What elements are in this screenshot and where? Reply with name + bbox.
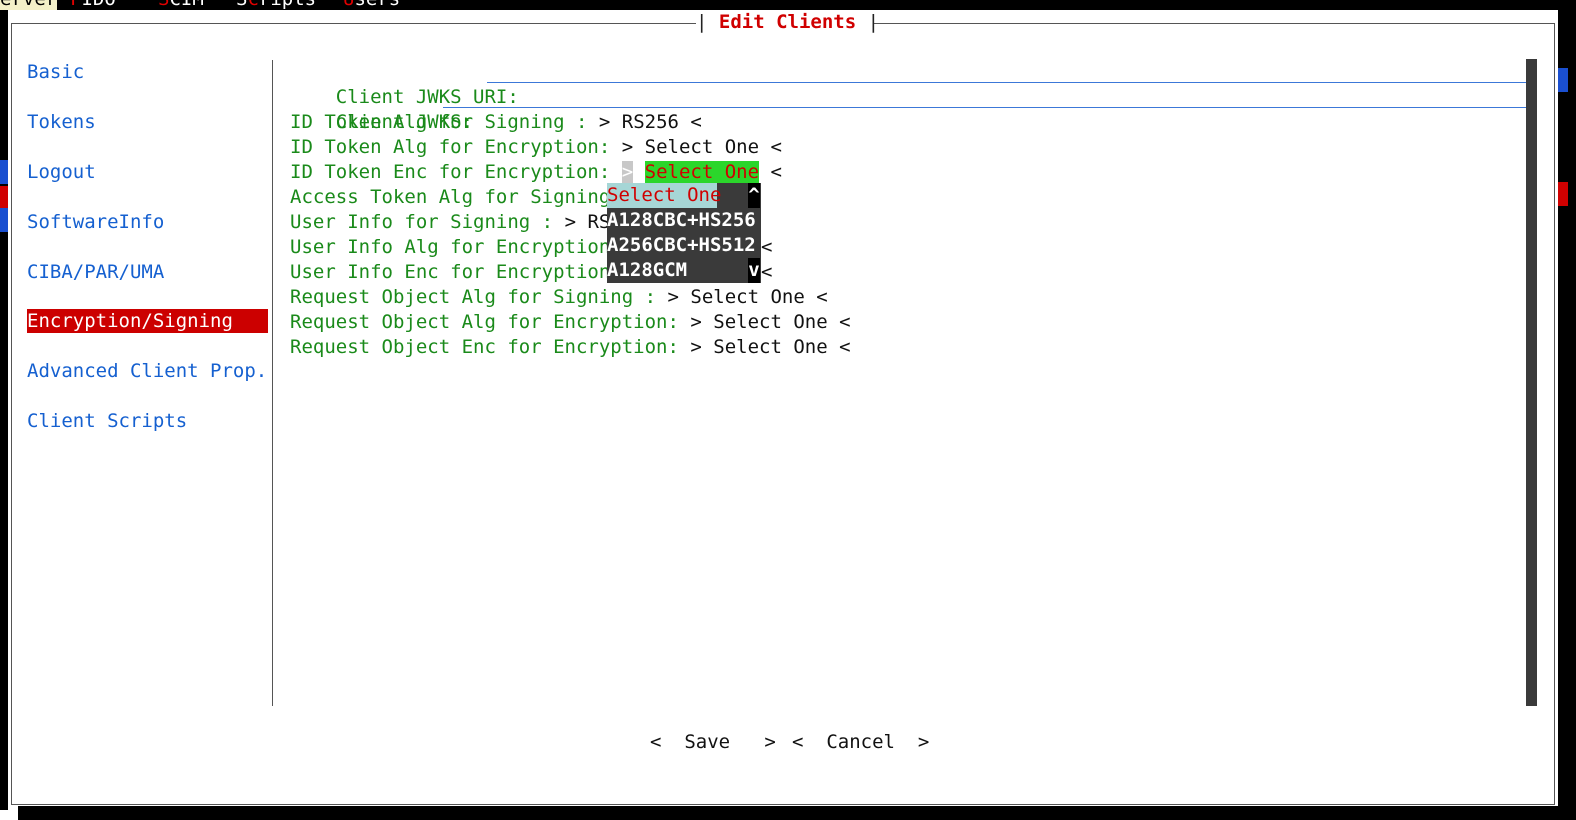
request-object-enc-encryption-row: Request Object Enc for Encryption: > Sel… — [290, 335, 851, 360]
id-token-alg-encryption-label: ID Token Alg for Encryption: — [290, 136, 611, 158]
dropdown-scroll-up-icon[interactable]: ^ — [748, 183, 760, 208]
title-rule-right — [874, 23, 1554, 24]
save-button[interactable]: < Save > — [650, 730, 776, 755]
userinfo-enc-encryption-close: < — [761, 261, 773, 283]
dialog-title-text: Edit Clients — [718, 11, 857, 33]
background-right-edge — [1558, 10, 1576, 820]
request-object-alg-signing-label: Request Object Alg for Signing : — [290, 286, 657, 308]
request-object-enc-encryption-value: Select One — [713, 336, 828, 358]
content-scrollbar[interactable] — [1526, 59, 1537, 706]
background-left-edge — [0, 10, 8, 810]
id-token-alg-encryption-select[interactable]: > Select One < — [622, 136, 782, 158]
request-object-alg-encryption-select[interactable]: > Select One < — [690, 311, 850, 333]
nav-item-logout[interactable]: Logout — [27, 160, 268, 184]
nav-item-encryption-signing[interactable]: Encryption/Signing — [27, 309, 268, 333]
dropdown-option-a256cbc-hs512[interactable]: A256CBC+HS512 — [607, 233, 756, 258]
background-tab-scim: SCIM — [158, 0, 204, 10]
request-object-alg-signing-row: Request Object Alg for Signing : > Selec… — [290, 285, 828, 310]
id-token-enc-encryption-row: ID Token Enc for Encryption: > Select On… — [290, 160, 782, 185]
id-token-enc-encryption-select[interactable]: > Select One < — [621, 161, 782, 183]
access-token-alg-signing-row: Access Token Alg for Signing — [290, 185, 610, 210]
userinfo-signing-label: User Info for Signing : — [290, 211, 554, 233]
userinfo-alg-encryption-close: < — [761, 236, 773, 258]
save-button-label: Save — [684, 731, 731, 753]
request-object-enc-encryption-label: Request Object Enc for Encryption: — [290, 336, 679, 358]
jwks-input[interactable] — [443, 107, 1526, 108]
cancel-button-label: Cancel — [826, 731, 895, 753]
userinfo-alg-encryption-row: User Info Alg for Encryption: — [290, 235, 622, 260]
request-object-alg-encryption-row: Request Object Alg for Encryption: > Sel… — [290, 310, 851, 335]
request-object-alg-encryption-value: Select One — [713, 311, 828, 333]
cancel-button[interactable]: < Cancel > — [792, 730, 929, 755]
id-token-alg-signing-select[interactable]: > RS256 < — [599, 111, 702, 133]
dropdown-scroll-down-icon[interactable]: v — [748, 258, 760, 283]
nav-item-ciba-par-uma[interactable]: CIBA/PAR/UMA — [27, 260, 268, 284]
background-tab-fido: FIDO — [70, 0, 116, 10]
background-menu-bar: erver FIDO SCIM Scripts Users — [0, 0, 1576, 10]
id-token-alg-signing-row: ID Token Alg for Signing : > RS256 < — [290, 110, 702, 135]
request-object-alg-encryption-label: Request Object Alg for Encryption: — [290, 311, 679, 333]
id-token-alg-encryption-row: ID Token Alg for Encryption: > Select On… — [290, 135, 782, 160]
dropdown-option-a128cbc-hs256[interactable]: A128CBC+HS256 — [607, 208, 756, 233]
id-token-alg-encryption-value: Select One — [644, 136, 760, 158]
userinfo-enc-encryption-label: User Info Enc for Encryption: — [290, 261, 622, 283]
request-object-enc-encryption-select[interactable]: > Select One < — [690, 336, 850, 358]
id-token-alg-signing-label: ID Token Alg for Signing : — [290, 111, 588, 133]
request-object-alg-signing-select[interactable]: > Select One < — [668, 286, 828, 308]
enc-alg-dropdown: Select One A128CBC+HS256 A256CBC+HS512 A… — [607, 183, 761, 283]
nav-divider — [272, 60, 273, 706]
dropdown-option-select-one[interactable]: Select One — [607, 183, 721, 208]
nav-item-advanced-client-prop[interactable]: Advanced Client Prop. — [27, 359, 268, 383]
jwks-uri-input[interactable] — [487, 82, 1526, 83]
background-tab-server: erver — [0, 0, 58, 10]
userinfo-signing-row: User Info for Signing : > RS2 — [290, 210, 622, 235]
nav-item-softwareinfo[interactable]: SoftwareInfo — [27, 210, 268, 234]
title-rule-left — [12, 23, 696, 24]
jwks-uri-row: Client JWKS URI: — [290, 60, 519, 108]
dropdown-option-a128gcm[interactable]: A128GCM — [607, 258, 687, 283]
background-tab-users: Users — [343, 0, 400, 10]
background-tab-fido-rest: IDO — [81, 0, 115, 10]
background-bottom-bar — [18, 806, 1558, 820]
dialog-title: | Edit Clients | — [696, 11, 880, 33]
id-token-enc-encryption-label: ID Token Enc for Encryption: — [290, 161, 611, 183]
edit-clients-dialog: | Edit Clients | Basic Tokens Logout Sof… — [8, 10, 1558, 806]
userinfo-alg-encryption-label: User Info Alg for Encryption: — [290, 236, 622, 258]
userinfo-enc-encryption-row: User Info Enc for Encryption: — [290, 260, 622, 285]
request-object-alg-signing-value: Select One — [690, 286, 805, 308]
nav-item-tokens[interactable]: Tokens — [27, 110, 268, 134]
nav-item-basic[interactable]: Basic — [27, 60, 268, 84]
access-token-alg-signing-label: Access Token Alg for Signing — [290, 186, 611, 208]
id-token-enc-encryption-value: Select One — [644, 161, 760, 183]
id-token-alg-signing-value: RS256 — [621, 111, 679, 133]
nav-item-client-scripts[interactable]: Client Scripts — [27, 409, 268, 433]
background-tab-scripts: Scripts — [236, 0, 316, 10]
